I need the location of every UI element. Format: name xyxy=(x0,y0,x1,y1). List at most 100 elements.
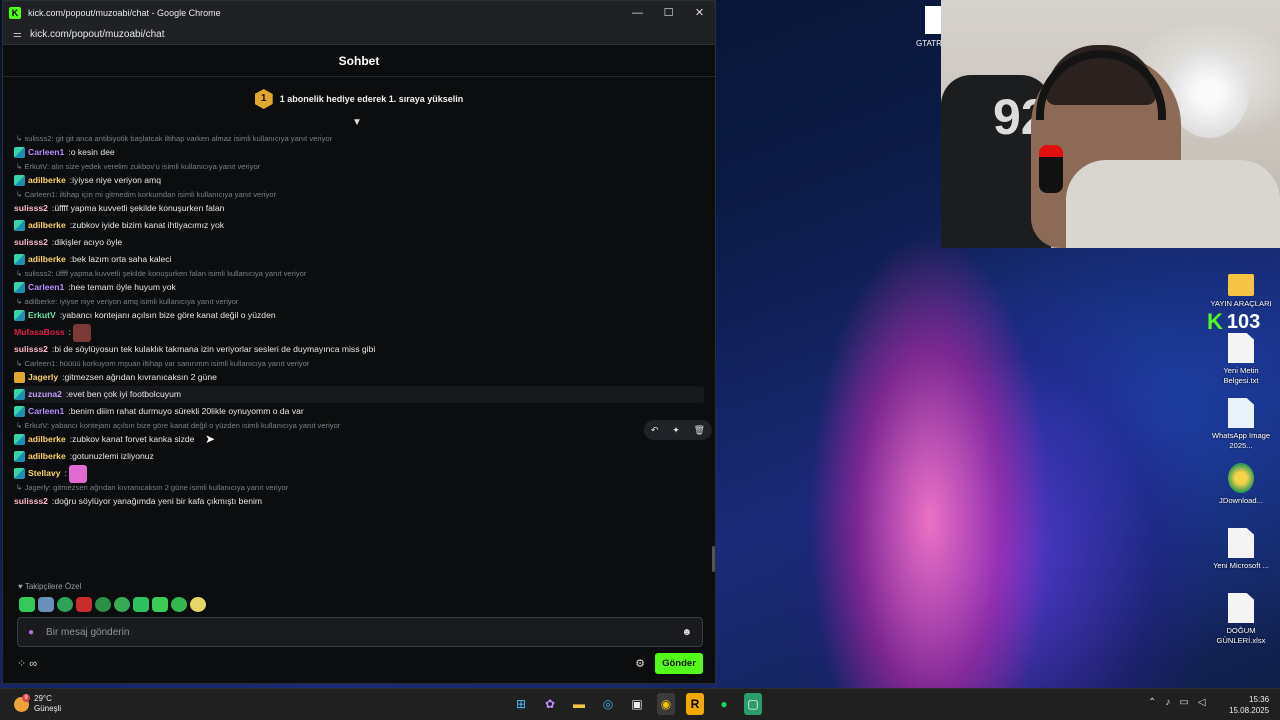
chat-username[interactable]: Stellavy xyxy=(28,468,61,479)
collapse-pinned-icon[interactable]: ▼ xyxy=(352,117,362,128)
emoji-picker-icon[interactable]: ☻ xyxy=(681,627,692,638)
chat-message[interactable]: ↳ sulisss2: git git anca antibiyotik baş… xyxy=(14,133,704,161)
reply-context[interactable]: ↳ ErkutV: yabancı kontejanı açılsın bize… xyxy=(14,420,704,431)
edge-icon[interactable]: ◎ xyxy=(599,693,617,715)
spotify-icon[interactable]: ● xyxy=(715,693,733,715)
chat-message[interactable]: ↳ ErkutV: yabancı kontejanı açılsın bize… xyxy=(14,420,704,448)
chat-username[interactable]: Carleen1 xyxy=(28,406,64,417)
volume-icon[interactable]: ◁ xyxy=(1198,697,1206,708)
chat-message[interactable]: sulisss2: bi de söylüyosun tek kulaklık … xyxy=(14,341,704,358)
emote-icon[interactable] xyxy=(95,597,111,612)
chat-message[interactable]: ↳ Carleen1: hüüüü korkuyom mşuan iltihap… xyxy=(14,358,704,386)
send-button[interactable]: Gönder xyxy=(655,652,703,674)
chat-message[interactable]: adilberke: zubkov iyide bizim kanat ihti… xyxy=(14,217,704,234)
obs-app-icon[interactable]: ▢ xyxy=(744,693,762,715)
weather-temp: 29°C xyxy=(34,694,52,703)
chat-message[interactable]: ↳ sulisss2: üffff yapma kuvvetli şekilde… xyxy=(14,268,704,296)
reply-context[interactable]: ↳ Jagerly: gitmezsen ağrıdan kıvranıcaks… xyxy=(14,482,704,493)
chat-message[interactable]: ↳ ErkutV: alın size yedek verelim zukbov… xyxy=(14,161,704,189)
emote-icon[interactable] xyxy=(114,597,130,612)
chat-username[interactable]: adilberke xyxy=(28,434,66,445)
chat-message[interactable]: ↳ adilberke: iyiyse niye veriyon amq isi… xyxy=(14,296,704,324)
chat-message[interactable]: adilberke: gotunuzlemi izliyonuz xyxy=(14,448,704,465)
reply-context[interactable]: ↳ sulisss2: git git anca antibiyotik baş… xyxy=(14,133,704,144)
emote-icon[interactable] xyxy=(38,597,54,612)
reply-context[interactable]: ↳ adilberke: iyiyse niye veriyon amq isi… xyxy=(14,296,704,307)
chat-username[interactable]: ErkutV xyxy=(28,310,56,321)
chat-username[interactable]: sulisss2 xyxy=(14,203,48,214)
chat-username[interactable]: sulisss2 xyxy=(14,237,48,248)
rockstar-icon[interactable]: R xyxy=(686,693,704,715)
chat-message[interactable]: adilberke: bek lazım orta saha kaleci xyxy=(14,251,704,268)
chat-username[interactable]: adilberke xyxy=(28,220,66,231)
chat-message[interactable]: zuzuna2: evet ben çok iyi footbolcuyum xyxy=(14,386,704,403)
emote-icon[interactable] xyxy=(190,597,206,612)
maximize-icon[interactable]: ☐ xyxy=(653,6,684,19)
chat-username[interactable]: Jagerly xyxy=(28,372,58,383)
file-explorer-icon[interactable]: ▬ xyxy=(570,693,588,715)
chat-message[interactable]: ↳ Carleen1: iltihap için mi gitmedim kor… xyxy=(14,189,704,217)
windows-start-icon[interactable]: ⊞ xyxy=(512,693,530,715)
chat-emote-image[interactable] xyxy=(73,323,92,342)
chat-username[interactable]: adilberke xyxy=(28,451,66,462)
desktop-icon-jdownloader[interactable]: JDownload... xyxy=(1209,463,1273,506)
close-icon[interactable]: ✕ xyxy=(684,6,715,19)
weather-widget[interactable]: 9 29°C Güneşli xyxy=(14,693,61,714)
microphone-icon[interactable]: ♪ xyxy=(1165,697,1170,708)
chat-username[interactable]: MufasaBoss xyxy=(14,327,65,338)
minimize-icon[interactable]: — xyxy=(622,7,653,19)
chat-username[interactable]: adilberke xyxy=(28,254,66,265)
reply-context[interactable]: ↳ sulisss2: üffff yapma kuvvetli şekilde… xyxy=(14,268,704,279)
chat-username[interactable]: Carleen1 xyxy=(28,282,64,293)
chat-message[interactable]: Carleen1: benim diiim rahat durmuyo süre… xyxy=(14,403,704,420)
gift-sub-banner[interactable]: 1 1 abonelik hediye ederek 1. sıraya yük… xyxy=(3,81,715,117)
desktop-icon-txt[interactable]: Yeni Metin Belgesi.txt xyxy=(1209,333,1273,386)
gear-icon[interactable]: ⚙ xyxy=(635,657,645,670)
emote-icon[interactable] xyxy=(171,597,187,612)
microphone-icon[interactable]: ● xyxy=(28,627,34,638)
store-icon[interactable]: ▣ xyxy=(628,693,646,715)
chat-username[interactable]: Carleen1 xyxy=(28,147,64,158)
url-text[interactable]: kick.com/popout/muzoabi/chat xyxy=(30,29,165,40)
chat-tools-icons[interactable]: ⁘ ∞ xyxy=(17,657,635,670)
chevron-up-icon[interactable]: ⌃ xyxy=(1148,697,1156,708)
desktop-icon-xlsx[interactable]: DOĞUM GÜNLERİ.xlsx xyxy=(1209,593,1273,646)
desktop-icon-label: Yeni Microsoft ... xyxy=(1213,561,1269,570)
chat-username[interactable]: sulisss2 xyxy=(14,344,48,355)
emote-icon[interactable] xyxy=(19,597,35,612)
emote-icon[interactable] xyxy=(76,597,92,612)
chat-message[interactable]: MufasaBoss: xyxy=(14,323,704,342)
site-settings-icon[interactable]: ⚌ xyxy=(13,29,22,40)
chat-message[interactable]: ↳ Jagerly: gitmezsen ağrıdan kıvranıcaks… xyxy=(14,482,704,510)
chat-username[interactable]: zuzuna2 xyxy=(28,389,62,400)
chat-message[interactable]: sulisss2: dikişler acıyo öyle xyxy=(14,234,704,251)
reply-icon[interactable]: ↶ xyxy=(651,425,659,436)
desktop-icon-label: DOĞUM GÜNLERİ.xlsx xyxy=(1216,626,1266,645)
chat-message[interactable]: Stellavy: xyxy=(14,464,704,483)
chat-username[interactable]: sulisss2 xyxy=(14,496,48,507)
chat-message-text: iyiyse niye veriyon amq xyxy=(72,175,161,185)
desktop-icon-document[interactable]: Yeni Microsoft ... xyxy=(1209,528,1273,571)
address-bar[interactable]: ⚌ kick.com/popout/muzoabi/chat xyxy=(3,24,715,45)
clock[interactable]: 15:36 15.08.2025 xyxy=(1229,694,1269,716)
subscriber-badge-icon xyxy=(14,406,25,417)
emote-icon[interactable] xyxy=(57,597,73,612)
desktop-icon-image[interactable]: WhatsApp Image 2025... xyxy=(1209,398,1273,451)
chrome-icon[interactable]: ◉ xyxy=(657,693,675,715)
desktop-icon-folder[interactable]: YAYIN ARAÇLARI xyxy=(1209,268,1273,309)
network-icon[interactable]: ▭ xyxy=(1179,697,1188,708)
pin-icon[interactable]: ✦ xyxy=(672,425,680,436)
chat-username[interactable]: adilberke xyxy=(28,175,66,186)
reply-context[interactable]: ↳ Carleen1: hüüüü korkuyom mşuan iltihap… xyxy=(14,358,704,369)
chat-emote-image[interactable] xyxy=(68,464,87,483)
chat-message-input[interactable] xyxy=(46,626,682,638)
delete-icon[interactable]: 🗑 xyxy=(694,425,705,436)
file-icon[interactable] xyxy=(925,6,941,34)
reply-context[interactable]: ↳ Carleen1: iltihap için mi gitmedim kor… xyxy=(14,189,704,200)
emote-icon[interactable] xyxy=(152,597,168,612)
chat-scrollbar[interactable] xyxy=(712,546,715,572)
reply-context[interactable]: ↳ ErkutV: alın size yedek verelim zukbov… xyxy=(14,161,704,172)
chat-input-box[interactable]: ● ☻ xyxy=(17,617,703,647)
copilot-icon[interactable]: ✿ xyxy=(541,693,559,715)
emote-icon[interactable] xyxy=(133,597,149,612)
